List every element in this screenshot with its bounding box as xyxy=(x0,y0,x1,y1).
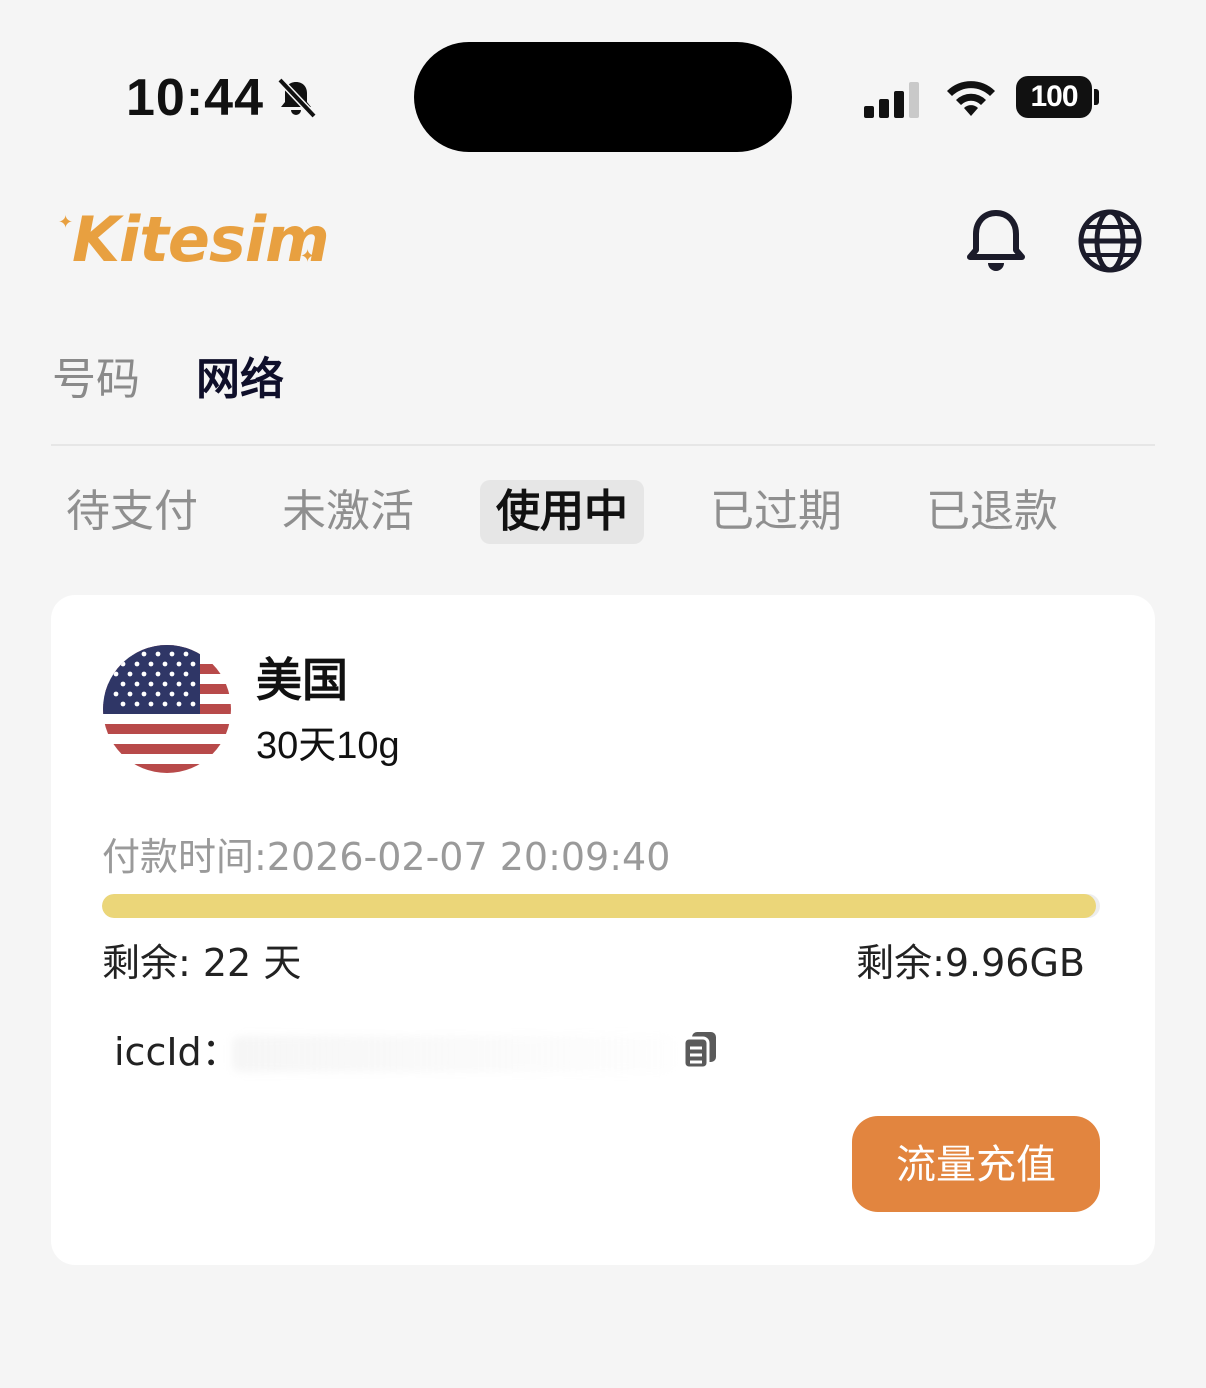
tab-number[interactable]: 号码 xyxy=(52,350,140,410)
battery-level: 100 xyxy=(1016,76,1092,118)
bell-icon xyxy=(967,210,1025,271)
mute-icon xyxy=(277,77,317,119)
subtab-not-activated[interactable]: 未激活 xyxy=(266,480,430,544)
wifi-icon xyxy=(947,81,995,116)
plan-name: 30天10g xyxy=(256,725,400,767)
subtab-expired[interactable]: 已过期 xyxy=(694,480,858,544)
status-time: 10:44 xyxy=(126,69,264,127)
recharge-button[interactable]: 流量充值 xyxy=(852,1116,1100,1212)
app-logo: ✦ Kitesim ✦ xyxy=(56,200,330,280)
subtab-pending-payment[interactable]: 待支付 xyxy=(50,480,214,544)
country-name: 美国 xyxy=(256,653,348,707)
payment-time: 付款时间:2026-02-07 20:09:40 xyxy=(102,835,671,879)
tab-network[interactable]: 网络 xyxy=(196,350,284,410)
subtab-in-use[interactable]: 使用中 xyxy=(480,480,644,544)
signal-icon xyxy=(864,82,919,118)
battery-icon: 100 xyxy=(1016,76,1099,118)
subtab-refunded[interactable]: 已退款 xyxy=(910,480,1074,544)
usage-progress-fill xyxy=(102,894,1096,918)
remaining-days: 剩余: 22 天 xyxy=(102,941,302,985)
remaining-data: 剩余:9.96GB xyxy=(856,941,1085,985)
copy-icon[interactable] xyxy=(682,1030,718,1070)
language-button[interactable] xyxy=(1074,205,1146,277)
us-flag-icon xyxy=(103,645,231,773)
globe-icon xyxy=(1078,209,1142,273)
dynamic-island xyxy=(414,42,792,152)
tab-divider xyxy=(51,444,1155,446)
usage-progress-bar xyxy=(102,894,1100,918)
iccid-label: iccId： xyxy=(114,1030,240,1074)
logo-text: Kitesim xyxy=(72,203,330,276)
notification-button[interactable] xyxy=(960,205,1032,277)
iccid-value-redacted xyxy=(232,1036,672,1072)
